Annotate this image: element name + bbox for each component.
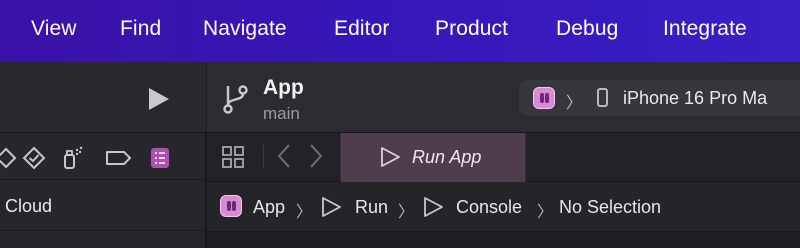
app-icon	[220, 195, 242, 217]
play-icon[interactable]	[146, 86, 172, 112]
debug-spray-icon[interactable]	[60, 146, 84, 170]
tab-run-app-label: Run App	[412, 147, 482, 167]
jumpbar-run[interactable]: Run	[355, 197, 388, 218]
back-arrow-icon[interactable]	[275, 143, 293, 169]
navigator-tabs	[0, 134, 206, 180]
run-destination[interactable]: iPhone 16 Pro Ma	[623, 88, 767, 109]
project-branch[interactable]: main	[263, 104, 300, 124]
jumpbar-app[interactable]: App	[253, 197, 285, 218]
menu-find[interactable]: Find	[120, 17, 161, 41]
editor-tab-bar: Run App	[207, 133, 800, 182]
menu-bar: View Find Navigate Editor Product Debug …	[0, 0, 800, 62]
chevron-right-icon: 〉	[537, 204, 554, 221]
menu-product[interactable]: Product	[435, 17, 508, 41]
navigator-item-cloud[interactable]: Cloud	[5, 196, 52, 217]
forward-arrow-icon[interactable]	[307, 143, 325, 169]
menu-integrate[interactable]: Integrate	[663, 17, 747, 41]
scheme-selector[interactable]: 〉 iPhone 16 Pro Ma	[519, 80, 800, 116]
chevron-right-icon: 〉	[398, 204, 415, 221]
tab-bar-separator	[263, 145, 264, 169]
chevron-right-icon: 〉	[566, 95, 583, 112]
menu-view[interactable]: View	[31, 17, 77, 41]
jump-bar: App 〉 Run 〉 Console 〉 No Selection	[207, 182, 800, 232]
project-title[interactable]: App	[263, 76, 304, 100]
chevron-right-icon: 〉	[296, 204, 313, 221]
report-list-icon[interactable]	[148, 146, 172, 170]
play-outline-icon	[381, 147, 400, 167]
warning-diamond-icon[interactable]	[0, 146, 18, 170]
play-outline-icon	[322, 197, 341, 217]
branch-icon[interactable]	[221, 84, 249, 114]
related-items-grid-icon[interactable]	[221, 145, 245, 169]
editor-content	[207, 233, 800, 248]
window-toolbar: App main 〉 iPhone 16 Pro Ma	[207, 62, 800, 133]
jumpbar-console[interactable]: Console	[456, 197, 522, 218]
navigator-divider	[0, 230, 206, 231]
menu-editor[interactable]: Editor	[334, 17, 389, 41]
menu-navigate[interactable]: Navigate	[203, 17, 287, 41]
breakpoint-tag-icon[interactable]	[104, 146, 132, 170]
app-icon	[533, 87, 555, 109]
navigator-toolbar	[0, 62, 206, 133]
navigator-panel: Cloud	[0, 62, 206, 248]
iphone-icon	[597, 88, 608, 107]
tab-run-app[interactable]: Run App	[340, 133, 526, 182]
test-diamond-icon[interactable]	[22, 146, 46, 170]
play-outline-icon	[424, 197, 443, 217]
menu-debug[interactable]: Debug	[556, 17, 618, 41]
jumpbar-selection[interactable]: No Selection	[559, 197, 661, 218]
